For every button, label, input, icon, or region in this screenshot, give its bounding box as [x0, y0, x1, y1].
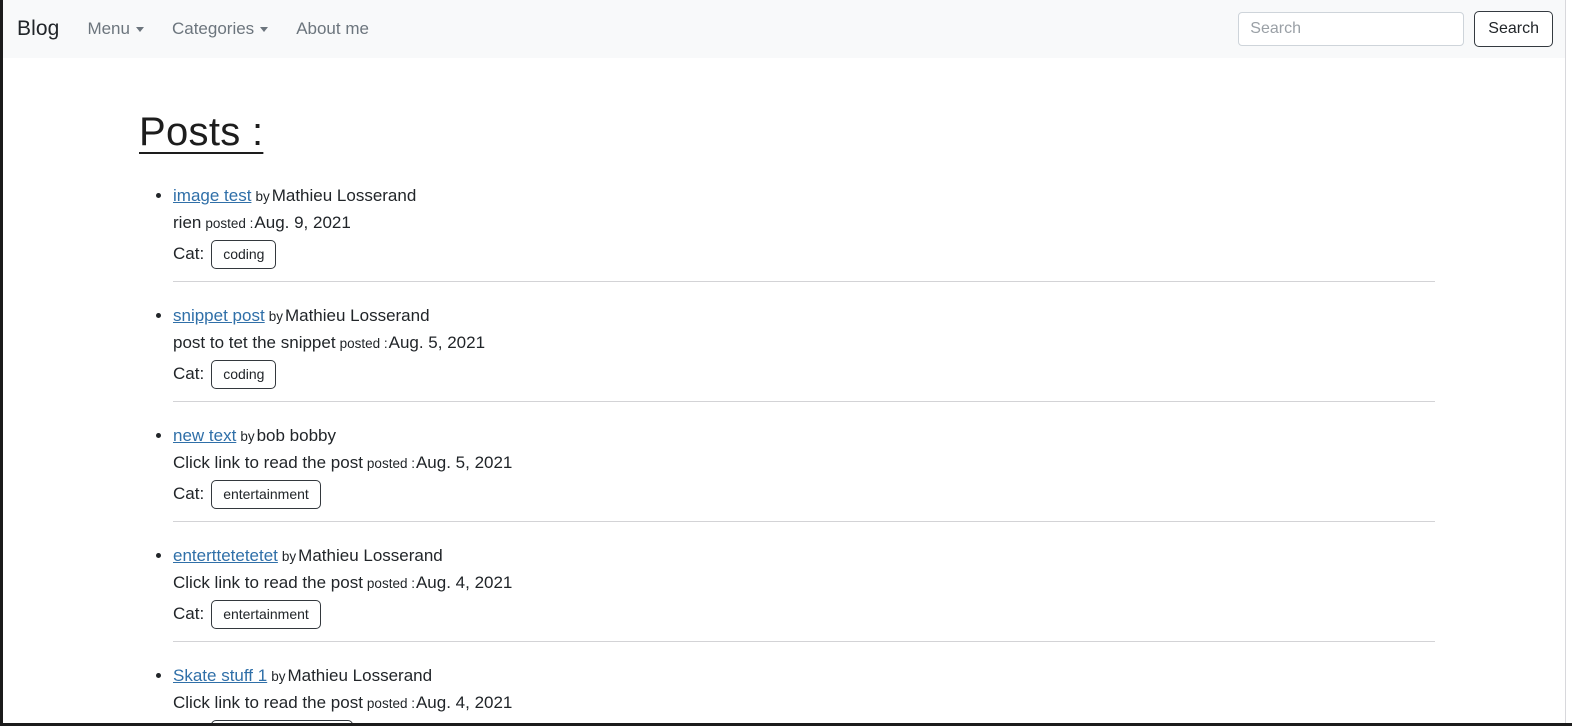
page-title: Posts :: [139, 110, 264, 154]
cat-label: Cat:: [173, 244, 205, 263]
nav-item-menu-label: Menu: [87, 19, 130, 38]
post-date: Aug. 9, 2021: [254, 213, 351, 232]
post-excerpt-row: Click link to read the post posted :Aug. …: [173, 570, 1565, 596]
post-category-row: Cat: entertainment: [173, 599, 1565, 629]
bullet-icon: [156, 193, 161, 198]
category-tag[interactable]: entertainment: [211, 599, 321, 629]
list-item: enterttetetetet by Mathieu Losserand Click…: [156, 544, 1565, 642]
post-excerpt-row: Click link to read the post posted :Aug. …: [173, 690, 1565, 716]
cat-label: Cat:: [173, 604, 205, 623]
post-date: Aug. 4, 2021: [415, 693, 513, 712]
category-tag[interactable]: entertainment: [211, 479, 321, 509]
category-tag[interactable]: coding: [211, 239, 277, 269]
bullet-icon: [156, 673, 161, 678]
chevron-down-icon: [135, 26, 144, 32]
post-heading-row: new text by bob bobby: [173, 424, 1565, 449]
search-form: Search: [1238, 11, 1553, 47]
nav-links: Menu Categories About me: [87, 19, 1238, 39]
nav-item-about-me[interactable]: About me: [296, 19, 383, 39]
post-separator: [173, 521, 1435, 522]
by-label: by: [281, 549, 297, 564]
post-excerpt-row: Click link to read the post posted :Aug. …: [173, 450, 1565, 476]
post-separator: [173, 281, 1435, 282]
posted-label: posted :: [366, 576, 415, 591]
post-excerpt: Click link to read the post: [173, 573, 363, 592]
main-content: Posts : image test by Mathieu Losserand ri…: [3, 58, 1565, 723]
posted-label: posted :: [366, 696, 415, 711]
post-author: Mathieu Losserand: [298, 546, 443, 565]
nav-item-categories-label: Categories: [171, 19, 255, 38]
post-excerpt: rien: [173, 213, 202, 232]
list-item: snippet post by Mathieu Losserand post to …: [156, 304, 1565, 402]
post-title-link[interactable]: new text: [173, 426, 236, 445]
cat-label: Cat:: [173, 484, 205, 503]
post-category-row: Cat: entertainment: [173, 479, 1565, 509]
post-excerpt-row: post to tet the snippet posted :Aug. 5, 2…: [173, 330, 1565, 356]
brand-link[interactable]: Blog: [17, 17, 59, 41]
search-input[interactable]: [1238, 12, 1465, 46]
nav-item-menu[interactable]: Menu: [87, 19, 158, 39]
list-item: image test by Mathieu Losserand rien posted…: [156, 184, 1565, 282]
posted-label: posted :: [366, 456, 415, 471]
posted-label: posted :: [205, 216, 254, 231]
by-label: by: [240, 429, 255, 444]
post-heading-row: image test by Mathieu Losserand: [173, 184, 1565, 209]
post-title-link[interactable]: snippet post: [173, 306, 265, 325]
posted-label: posted :: [339, 336, 388, 351]
post-category-row: Cat: coding: [173, 359, 1565, 389]
window-right-border: [1565, 0, 1566, 726]
nav-item-categories[interactable]: Categories: [172, 19, 282, 39]
post-title-link[interactable]: image test: [173, 186, 251, 205]
category-tag[interactable]: coding: [211, 359, 277, 389]
chevron-down-icon: [260, 26, 269, 32]
post-excerpt-row: rien posted :Aug. 9, 2021: [173, 210, 1565, 236]
post-date: Aug. 5, 2021: [388, 333, 486, 352]
bullet-icon: [156, 433, 161, 438]
post-title-link[interactable]: enterttetetetet: [173, 546, 278, 565]
post-excerpt: Click link to read the post: [173, 693, 363, 712]
post-excerpt: Click link to read the post: [173, 453, 363, 472]
post-category-row: Cat: coding: [173, 239, 1565, 269]
window-right-fill: [1566, 0, 1572, 726]
cat-label: Cat:: [173, 364, 205, 383]
posts-list: image test by Mathieu Losserand rien posted…: [3, 184, 1565, 723]
post-separator: [173, 401, 1435, 402]
post-date: Aug. 5, 2021: [415, 453, 513, 472]
post-author: Mathieu Losserand: [287, 666, 433, 685]
list-item: Skate stuff 1 by Mathieu Losserand Click l…: [156, 664, 1565, 723]
search-button[interactable]: Search: [1474, 11, 1553, 47]
post-title-link[interactable]: Skate stuff 1: [173, 666, 267, 685]
post-date: Aug. 4, 2021: [415, 573, 513, 592]
list-item: new text by bob bobby Click link to read t…: [156, 424, 1565, 522]
by-label: by: [268, 309, 283, 324]
by-label: by: [271, 669, 286, 684]
post-author: Mathieu Losserand: [271, 186, 417, 205]
by-label: by: [255, 189, 270, 204]
navbar: Blog Menu Categories About me Search: [3, 0, 1565, 58]
post-author: bob bobby: [256, 426, 336, 445]
post-author: Mathieu Losserand: [284, 306, 430, 325]
bullet-icon: [156, 553, 161, 558]
window-left-border: [0, 0, 3, 726]
post-heading-row: Skate stuff 1 by Mathieu Losserand: [173, 664, 1565, 689]
post-heading-row: snippet post by Mathieu Losserand: [173, 304, 1565, 329]
post-heading-row: enterttetetetet by Mathieu Losserand: [173, 544, 1565, 569]
nav-item-about-me-label: About me: [296, 19, 369, 38]
bullet-icon: [156, 313, 161, 318]
post-separator: [173, 641, 1435, 642]
post-excerpt: post to tet the snippet: [173, 333, 336, 352]
